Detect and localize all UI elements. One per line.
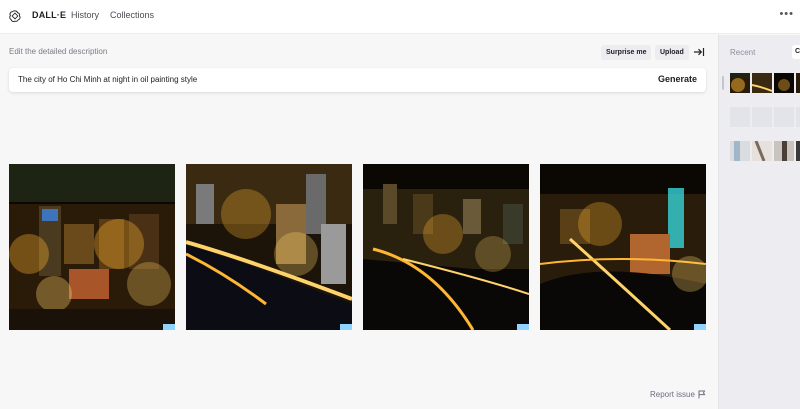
recent-thumb[interactable] [796,141,800,161]
recent-label: Recent [730,48,756,57]
recent-thumb-placeholder [752,107,772,127]
recent-thumb[interactable] [774,73,794,93]
generated-image-4[interactable] [540,164,706,330]
upload-button[interactable]: Upload [655,45,689,60]
recent-thumb[interactable] [774,141,794,161]
recent-thumb-placeholder [730,107,750,127]
recent-thumb[interactable] [752,73,772,93]
generate-button[interactable]: Generate [658,74,697,84]
recent-sidebar: Recent C [718,35,800,409]
recent-thumb[interactable] [730,73,750,93]
generated-image-1[interactable] [9,164,175,330]
recent-thumb[interactable] [796,73,800,93]
recent-thumb[interactable] [730,141,750,161]
recent-thumb[interactable] [752,141,772,161]
flag-icon[interactable] [698,390,706,399]
more-options-icon[interactable]: ••• [779,8,794,20]
nav-history-link[interactable]: History [71,10,99,20]
panel-collapse-icon[interactable] [693,46,705,58]
generated-image-2[interactable] [186,164,352,330]
prompt-box: Generate [9,68,706,92]
generated-image-3[interactable] [363,164,529,330]
scroll-handle[interactable] [722,76,724,90]
recent-thumb-placeholder [774,107,794,127]
surprise-me-button[interactable]: Surprise me [601,45,652,60]
nav-collections-link[interactable]: Collections [110,10,154,20]
openai-logo-icon[interactable] [8,9,22,23]
prompt-input[interactable] [18,75,578,84]
prompt-label: Edit the detailed description [9,47,108,56]
top-nav: DALL·E History Collections ••• [0,0,800,34]
brand-name[interactable]: DALL·E [32,10,66,20]
report-issue-link[interactable]: Report issue [650,390,695,399]
clear-button[interactable]: C [792,45,800,59]
recent-thumb-placeholder [796,107,800,127]
